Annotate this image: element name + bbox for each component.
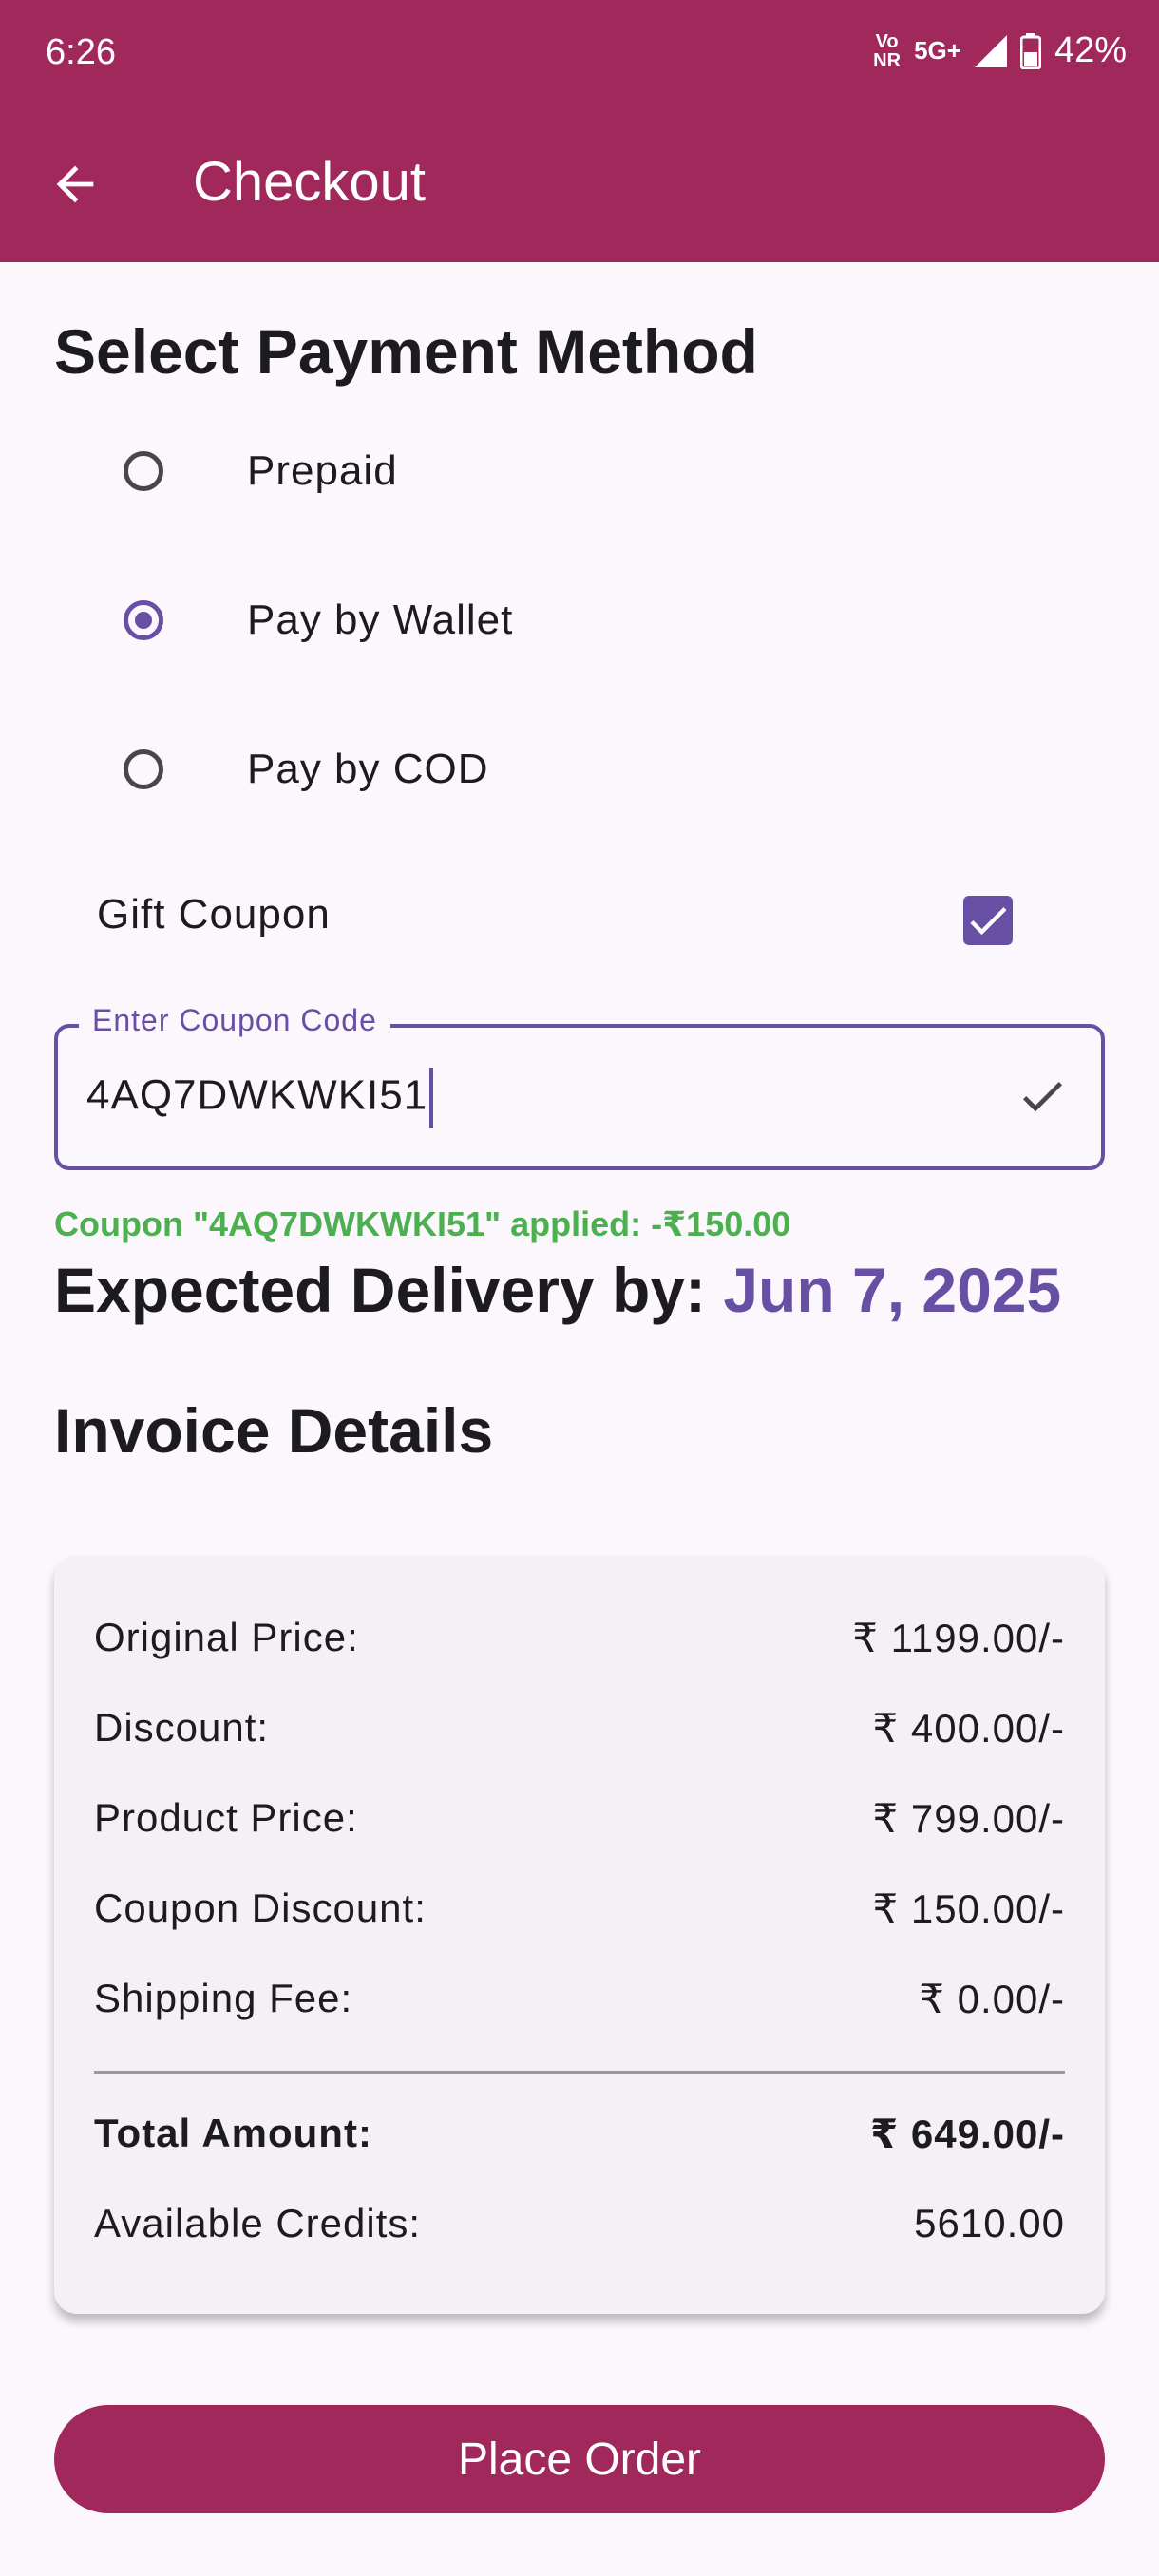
place-order-button[interactable]: Place Order xyxy=(54,2405,1105,2513)
vonr-icon: Vo NR xyxy=(873,30,902,71)
battery-icon xyxy=(1019,32,1041,69)
payment-heading: Select Payment Method xyxy=(54,316,758,387)
invoice-card: Original Price: ₹ 1199.00/- Discount: ₹ 40… xyxy=(54,1556,1105,2314)
invoice-row-original-price: Original Price: ₹ 1199.00/- xyxy=(94,1615,1065,1660)
battery-percent: 42% xyxy=(1054,30,1127,70)
invoice-row-total: Total Amount: ₹ 649.00/- xyxy=(94,2111,1065,2156)
network-type: 5G+ xyxy=(914,36,961,65)
app-bar: 6:26 Vo NR 5G+ 42% Checkout xyxy=(0,0,1159,262)
signal-icon xyxy=(974,34,1007,67)
invoice-row-credits: Available Credits: 5610.00 xyxy=(94,2201,1065,2245)
radio-wallet[interactable]: Pay by Wallet xyxy=(124,582,512,658)
delivery-label: Expected Delivery by: xyxy=(54,1255,706,1325)
invoice-heading: Invoice Details xyxy=(54,1395,494,1466)
coupon-code-input[interactable]: Enter Coupon Code 4AQ7DWKWKI51 xyxy=(54,1003,1105,1170)
gift-coupon-checkbox[interactable] xyxy=(963,896,1013,945)
coupon-input-label: Enter Coupon Code xyxy=(79,1003,390,1038)
delivery-date: Jun 7, 2025 xyxy=(723,1255,1062,1325)
invoice-row-product-price: Product Price: ₹ 799.00/- xyxy=(94,1795,1065,1841)
radio-label: Pay by Wallet xyxy=(247,597,514,643)
check-icon xyxy=(970,907,1007,936)
page-title: Checkout xyxy=(193,151,427,213)
radio-button[interactable] xyxy=(124,749,163,789)
invoice-divider xyxy=(94,2071,1065,2074)
coupon-input-value[interactable]: 4AQ7DWKWKI51 xyxy=(86,1068,434,1128)
radio-label: Prepaid xyxy=(247,447,398,494)
radio-cod[interactable]: Pay by COD xyxy=(124,731,488,807)
gift-coupon-label: Gift Coupon xyxy=(97,891,331,938)
arrow-back-icon[interactable] xyxy=(48,157,103,212)
radio-button[interactable] xyxy=(124,600,163,640)
status-time: 6:26 xyxy=(46,32,116,72)
radio-label: Pay by COD xyxy=(247,746,489,792)
expected-delivery: Expected Delivery by: Jun 7, 2025 xyxy=(54,1254,1061,1326)
radio-button[interactable] xyxy=(124,451,163,491)
coupon-applied-message: Coupon "4AQ7DWKWKI51" applied: -₹150.00 xyxy=(54,1204,791,1243)
invoice-row-shipping-fee: Shipping Fee: ₹ 0.00/- xyxy=(94,1976,1065,2021)
invoice-row-coupon-discount: Coupon Discount: ₹ 150.00/- xyxy=(94,1885,1065,1931)
radio-prepaid[interactable]: Prepaid xyxy=(124,433,397,509)
text-cursor xyxy=(429,1068,434,1128)
apply-check-icon[interactable] xyxy=(1016,1070,1069,1123)
invoice-row-discount: Discount: ₹ 400.00/- xyxy=(94,1705,1065,1751)
status-icons: Vo NR 5G+ 42% xyxy=(873,30,1127,71)
